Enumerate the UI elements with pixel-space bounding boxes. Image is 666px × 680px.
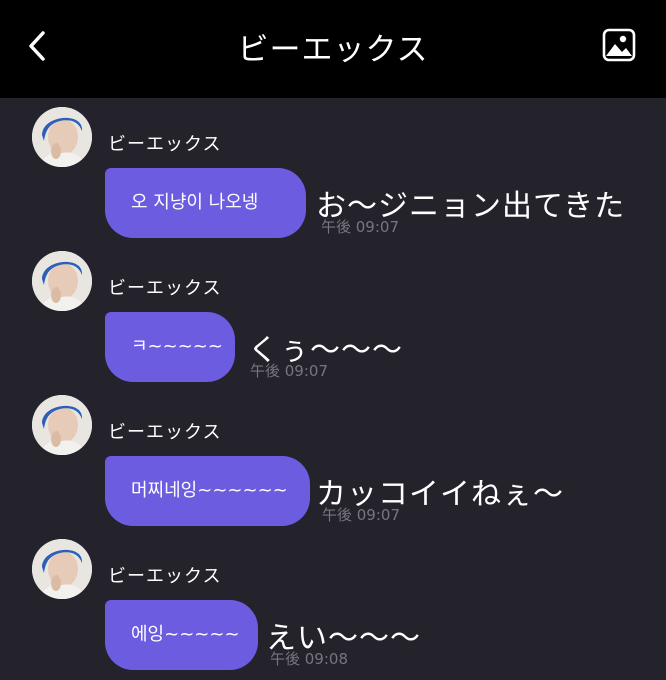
gallery-button[interactable]: [601, 27, 637, 63]
sender-name: ビーエックス: [108, 566, 222, 587]
message-bubble[interactable]: 에잉~~~~~: [105, 600, 258, 670]
chat-area[interactable]: ビーエックス 오 지냥이 나오넹 お〜ジニョン出てきた 午後 09:07 ビーエ…: [0, 98, 666, 680]
profile-photo-icon: [32, 395, 92, 455]
sender-name: ビーエックス: [108, 134, 222, 155]
profile-photo-icon: [32, 107, 92, 167]
sender-name: ビーエックス: [108, 278, 222, 299]
message-bubble[interactable]: 오 지냥이 나오넹: [105, 168, 306, 238]
message-row: ビーエックス 오 지냥이 나오넹 お〜ジニョン出てきた 午後 09:07: [0, 98, 666, 242]
image-icon: [602, 28, 636, 62]
avatar[interactable]: [32, 539, 92, 599]
message-row: ビーエックス ㅋ~~~~~ くぅ〜〜〜 午後 09:07: [0, 242, 666, 386]
chat-title: ビーエックス: [237, 32, 429, 68]
sender-name: ビーエックス: [108, 422, 222, 443]
avatar[interactable]: [32, 251, 92, 311]
message-time: 午後 09:07: [322, 506, 400, 524]
message-time: 午後 09:07: [250, 362, 328, 380]
message-bubble[interactable]: ㅋ~~~~~: [105, 312, 235, 382]
top-bar: ビーエックス: [0, 0, 666, 98]
message-bubble[interactable]: 머찌네잉~~~~~~: [105, 456, 310, 526]
profile-photo-icon: [32, 539, 92, 599]
profile-photo-icon: [32, 251, 92, 311]
message-row: ビーエックス 에잉~~~~~ えい〜〜〜 午後 09:08: [0, 530, 666, 674]
avatar[interactable]: [32, 107, 92, 167]
avatar[interactable]: [32, 395, 92, 455]
message-time: 午後 09:08: [270, 650, 348, 668]
message-time: 午後 09:07: [321, 218, 399, 236]
message-row: ビーエックス 머찌네잉~~~~~~ カッコイイねぇ〜 午後 09:07: [0, 386, 666, 530]
